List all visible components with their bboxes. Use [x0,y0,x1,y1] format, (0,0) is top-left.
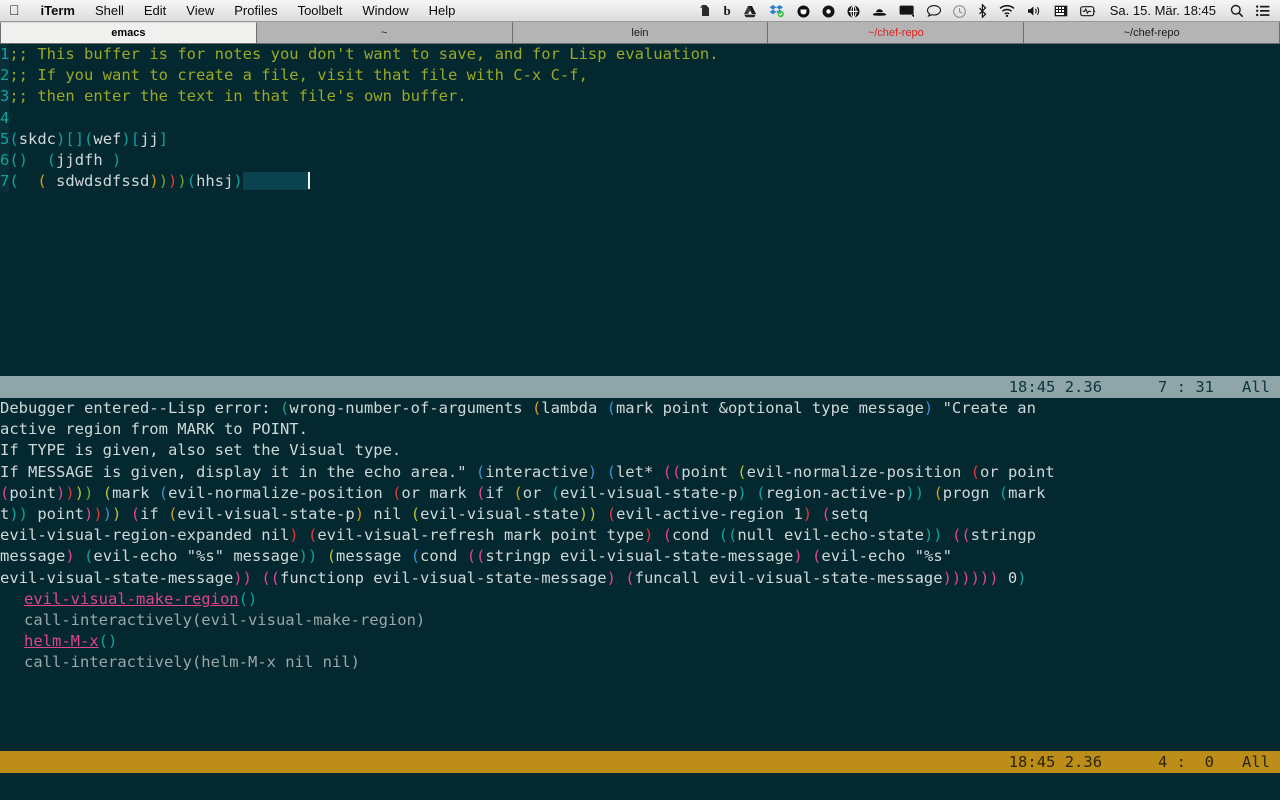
menu-item-iterm[interactable]: iTerm [31,0,85,22]
line-number: 7 [0,171,10,193]
line-text: () (jjdfh ) [9,150,122,169]
menu-item-toolbelt[interactable]: Toolbelt [288,0,353,22]
notification-center-icon[interactable] [1250,5,1280,17]
evernote-icon[interactable] [693,4,718,18]
dropbox-icon[interactable] [763,4,791,18]
buffer-line: 2;; If you want to create a file, visit … [0,65,1280,87]
menu-bar-status-area: b Sa. 15. Mär. 18:45 [693,0,1280,22]
tab-chef-repo-1[interactable]: ~/chef-repo [768,22,1025,43]
backtrace-line: evil-visual-state-message)) ((functionp … [0,568,1027,587]
backtrace-frame[interactable]: helm-M-x() [0,631,1280,652]
backtrace-line: Debugger entered--Lisp error: (wrong-num… [0,399,1036,417]
menu-item-window[interactable]: Window [352,0,418,22]
line-text: (skdc)[](wef)[jj] [9,129,169,148]
backtrace-line: If MESSAGE is given, display it in the e… [0,462,1055,481]
wifi-icon[interactable] [993,5,1021,17]
clamshell-icon[interactable] [791,5,816,18]
volume-icon[interactable] [1021,5,1048,17]
activity-monitor-icon[interactable] [1074,5,1102,17]
search-icon[interactable] [1224,4,1250,18]
backtrace-line: If TYPE is given, also set the Visual ty… [0,441,402,460]
anvil-icon[interactable] [841,4,866,18]
backtrace-line: t)) point)))) (if (evil-visual-state-p) … [0,504,869,523]
tab-home[interactable]: ~ [256,22,513,43]
tab-lein[interactable]: lein [512,22,769,43]
buffer-line: 3;; then enter the text in that file's o… [0,86,1280,108]
backtrace-line: evil-visual-region-expanded nil) (evil-v… [0,526,1036,545]
menu-item-view[interactable]: View [176,0,224,22]
buffer-line: 5(skdc)[](wef)[jj] [0,128,1280,150]
scratch-buffer[interactable]: 1;; This buffer is for notes you don't w… [0,44,1280,376]
menu-bar-clock[interactable]: Sa. 15. Mär. 18:45 [1102,0,1224,22]
text-cursor [308,172,311,190]
region-highlight [242,172,309,191]
menu-item-shell[interactable]: Shell [85,0,134,22]
buffer-line: 1;; This buffer is for notes you don't w… [0,44,1280,66]
line-text: ;; This buffer is for notes you don't wa… [9,45,719,63]
iterm-tab-bar: emacs ~ lein ~/chef-repo ~/chef-repo [0,22,1280,44]
input-source-icon[interactable] [1048,5,1074,17]
backtrace-buffer[interactable]: Debugger entered--Lisp error: (wrong-num… [0,398,1280,673]
backtrace-line: message) (evil-echo "%s" message)) (mess… [0,547,953,566]
line-number: 6 [0,149,10,172]
line-text: ( ( sdwdsdfssd))))(hhsj) [9,172,243,191]
bear-icon[interactable]: b [718,0,737,22]
tab-chef-repo-2[interactable]: ~/chef-repo [1024,22,1280,43]
line-text: ;; If you want to create a file, visit t… [9,66,588,85]
apple-icon[interactable]:  [0,3,31,17]
mode-line-right: 18:45 2.36 7 : 31 All [1008,378,1270,396]
emacs-frame: 1;; This buffer is for notes you don't w… [0,44,1280,800]
line-number: 1 [0,44,10,66]
backtrace-args: () [98,632,118,651]
time-machine-icon[interactable] [947,4,972,18]
backtrace-frame[interactable]: evil-visual-make-region() [0,589,1280,610]
record-icon[interactable] [816,5,841,18]
echo-area[interactable] [0,773,1280,800]
airplay-icon[interactable] [893,5,921,17]
macos-menu-bar:  iTerm Shell Edit View Profiles Toolbel… [0,0,1280,22]
chat-bubble-icon[interactable] [921,5,947,17]
google-drive-icon[interactable] [737,5,763,18]
line-text: ;; then enter the text in that file's ow… [9,87,467,106]
backtrace-mode-line[interactable]: % 965 UUU: *Backtrace* Debugger Prjl 18:… [0,751,1280,773]
backtrace-link[interactable]: evil-visual-make-region [24,590,239,608]
scratch-mode-line[interactable]: * 253 UUU: *scratch* Lisp Interaction Fl… [0,376,1280,398]
backtrace-frame[interactable]: call-interactively(helm-M-x nil nil) [0,652,1280,673]
backtrace-args: () [238,589,258,608]
tab-emacs[interactable]: emacs [0,22,257,43]
backtrace-frame[interactable]: call-interactively(evil-visual-make-regi… [0,610,1280,631]
line-number: 2 [0,65,10,87]
bluetooth-icon[interactable] [972,4,993,18]
backtrace-line: (point)))) (mark (evil-normalize-positio… [0,483,1046,502]
menu-item-help[interactable]: Help [419,0,466,22]
buffer-line: 6() (jjdfh ) [0,149,1280,172]
line-number: 4 [0,107,10,129]
menu-item-profiles[interactable]: Profiles [224,0,287,22]
mode-line-right: 18:45 2.36 4 : 0 All [1008,753,1270,771]
buffer-line: 7( ( sdwdsdfssd))))(hhsj) [0,171,1280,193]
line-number: 5 [0,128,10,150]
line-number: 3 [0,86,10,108]
backtrace-args: call-interactively(evil-visual-make-regi… [24,610,426,629]
buffer-line: 4 [0,107,1280,129]
backtrace-link[interactable]: helm-M-x [24,632,99,650]
bowler-hat-icon[interactable] [866,5,893,17]
backtrace-args: call-interactively(helm-M-x nil nil) [24,653,360,672]
menu-item-edit[interactable]: Edit [134,0,176,22]
backtrace-line: active region from MARK to POINT. [0,420,308,439]
